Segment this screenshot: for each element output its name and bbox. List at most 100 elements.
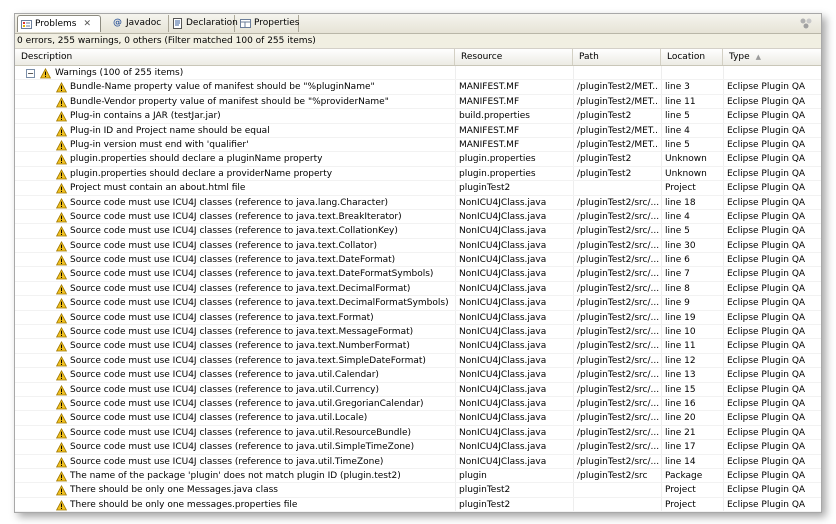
table-row[interactable]: Source code must use ICU4J classes (refe… bbox=[15, 455, 821, 469]
cell-type: Eclipse Plugin QA bbox=[727, 168, 806, 179]
warning-icon bbox=[55, 384, 68, 396]
table-row[interactable]: Source code must use ICU4J classes (refe… bbox=[15, 397, 821, 412]
cell-description: Project must contain an about.html file bbox=[70, 183, 246, 194]
cell-path: /pluginTest2 bbox=[577, 154, 632, 165]
cell-resource: NonICU4JClass.java bbox=[459, 456, 547, 467]
tab-label: Javadoc bbox=[126, 18, 162, 28]
table-row[interactable]: Source code must use ICU4J classes (refe… bbox=[15, 339, 821, 354]
table-row[interactable]: Bundle-Vendor property value of manifest… bbox=[15, 95, 821, 110]
cell-resource: pluginTest2 bbox=[459, 485, 511, 496]
declaration-icon bbox=[172, 18, 183, 29]
cell-type: Eclipse Plugin QA bbox=[727, 427, 806, 438]
cell-type: Eclipse Plugin QA bbox=[727, 456, 806, 467]
column-header-resource[interactable]: Resource bbox=[455, 49, 573, 65]
tab-problems[interactable]: Problems ✕ bbox=[17, 15, 101, 32]
table-row[interactable]: Bundle-Name property value of manifest s… bbox=[15, 80, 821, 95]
table-row[interactable]: Source code must use ICU4J classes (refe… bbox=[15, 440, 821, 455]
cell-path: /pluginTest2/src/... bbox=[577, 398, 659, 409]
cell-resource: NonICU4JClass.java bbox=[459, 197, 547, 208]
table-row[interactable]: Source code must use ICU4J classes (refe… bbox=[15, 253, 821, 268]
cell-path: /pluginTest2/src/... bbox=[577, 427, 659, 438]
table-row[interactable]: Source code must use ICU4J classes (refe… bbox=[15, 325, 821, 340]
cell-description: Source code must use ICU4J classes (refe… bbox=[70, 283, 411, 294]
properties-icon bbox=[240, 18, 251, 29]
cell-location: line 13 bbox=[665, 370, 696, 381]
cell-description: plugin.properties should declare a plugi… bbox=[70, 154, 323, 165]
table-row[interactable]: Source code must use ICU4J classes (refe… bbox=[15, 426, 821, 441]
warning-icon bbox=[55, 341, 68, 352]
cell-path: /pluginTest2/src/... bbox=[577, 298, 659, 309]
cell-description: Source code must use ICU4J classes (refe… bbox=[70, 355, 426, 366]
table-row[interactable]: Plug-in version must end with 'qualifier… bbox=[15, 138, 821, 153]
table-row[interactable]: Project must contain an about.html file p… bbox=[15, 181, 821, 196]
table-row[interactable]: Source code must use ICU4J classes (refe… bbox=[15, 296, 821, 311]
column-label: Description bbox=[21, 52, 73, 62]
tab-declaration[interactable]: Declaration bbox=[169, 15, 238, 32]
table-row[interactable]: Source code must use ICU4J classes (refe… bbox=[15, 282, 821, 297]
table-row[interactable]: Source code must use ICU4J classes (refe… bbox=[15, 224, 821, 239]
tab-properties[interactable]: Properties bbox=[237, 15, 299, 32]
cell-location: line 3 bbox=[665, 82, 690, 93]
cell-path: /pluginTest2/src/... bbox=[577, 197, 659, 208]
column-header-path[interactable]: Path bbox=[573, 49, 661, 65]
table-row[interactable]: Plug-in contains a JAR (testJar.jar) buil… bbox=[15, 109, 821, 124]
cell-location: line 7 bbox=[665, 269, 690, 280]
tab-label: Properties bbox=[254, 18, 300, 28]
cell-resource: NonICU4JClass.java bbox=[459, 298, 547, 309]
warning-icon bbox=[55, 485, 68, 496]
table-row[interactable]: Plug-in ID and Project name should be eq… bbox=[15, 124, 821, 138]
table-row[interactable]: There should be only one Messages.java c… bbox=[15, 483, 821, 498]
table-row[interactable]: There should be only one messages.proper… bbox=[15, 498, 821, 512]
cell-type: Eclipse Plugin QA bbox=[727, 485, 806, 496]
cell-resource: NonICU4JClass.java bbox=[459, 312, 547, 323]
cell-location: line 21 bbox=[665, 427, 696, 438]
warning-icon bbox=[55, 139, 68, 151]
cell-description: The name of the package 'plugin' does no… bbox=[70, 470, 401, 481]
table-row[interactable]: Source code must use ICU4J classes (refe… bbox=[15, 383, 821, 397]
cell-location: line 19 bbox=[665, 312, 696, 323]
column-header-type[interactable]: Type ▲ bbox=[723, 49, 821, 65]
cell-resource: NonICU4JClass.java bbox=[459, 226, 547, 237]
warning-icon bbox=[55, 125, 68, 137]
view-menu-icon[interactable] bbox=[799, 17, 813, 29]
cell-resource: NonICU4JClass.java bbox=[459, 413, 547, 424]
table-row[interactable]: The name of the package 'plugin' does no… bbox=[15, 469, 821, 484]
column-header-location[interactable]: Location bbox=[661, 49, 723, 65]
cell-location: line 11 bbox=[665, 96, 696, 107]
table-row[interactable]: plugin.properties should declare a plugi… bbox=[15, 152, 821, 167]
cell-type: Eclipse Plugin QA bbox=[727, 96, 806, 107]
column-label: Location bbox=[667, 52, 706, 62]
warning-icon bbox=[55, 96, 68, 108]
tab-javadoc[interactable]: @ Javadoc bbox=[109, 15, 169, 32]
cell-description: Source code must use ICU4J classes (refe… bbox=[70, 226, 398, 237]
sort-ascending-icon: ▲ bbox=[755, 53, 762, 61]
group-row-warnings[interactable]: − Warnings (100 of 255 items) bbox=[15, 66, 821, 81]
cell-resource: NonICU4JClass.java bbox=[459, 269, 547, 280]
cell-path: /pluginTest2 bbox=[577, 168, 632, 179]
close-icon[interactable]: ✕ bbox=[83, 16, 91, 33]
table-row[interactable]: Source code must use ICU4J classes (refe… bbox=[15, 411, 821, 426]
column-header-description[interactable]: Description bbox=[15, 49, 455, 65]
cell-description: Plug-in version must end with 'qualifier… bbox=[70, 139, 249, 150]
cell-location: line 20 bbox=[665, 413, 696, 424]
cell-resource: NonICU4JClass.java bbox=[459, 255, 547, 266]
table-row[interactable]: Source code must use ICU4J classes (refe… bbox=[15, 311, 821, 326]
cell-type: Eclipse Plugin QA bbox=[727, 370, 806, 381]
table-row[interactable]: Source code must use ICU4J classes (refe… bbox=[15, 267, 821, 282]
table-row[interactable]: Source code must use ICU4J classes (refe… bbox=[15, 196, 821, 210]
cell-resource: MANIFEST.MF bbox=[459, 96, 520, 107]
cell-resource: build.properties bbox=[459, 111, 530, 122]
cell-type: Eclipse Plugin QA bbox=[727, 197, 806, 208]
table-row[interactable]: Source code must use ICU4J classes (refe… bbox=[15, 239, 821, 254]
cell-type: Eclipse Plugin QA bbox=[727, 255, 806, 266]
cell-resource: plugin bbox=[459, 470, 487, 481]
table-row[interactable]: Source code must use ICU4J classes (refe… bbox=[15, 354, 821, 369]
cell-type: Eclipse Plugin QA bbox=[727, 111, 806, 122]
table-row[interactable]: plugin.properties should declare a provi… bbox=[15, 167, 821, 182]
table-row[interactable]: Source code must use ICU4J classes (refe… bbox=[15, 368, 821, 383]
warning-icon bbox=[39, 67, 52, 79]
table-row[interactable]: Source code must use ICU4J classes (refe… bbox=[15, 210, 821, 225]
warning-icon bbox=[55, 370, 68, 381]
cell-resource: pluginTest2 bbox=[459, 499, 511, 510]
collapse-icon[interactable]: − bbox=[26, 69, 35, 78]
